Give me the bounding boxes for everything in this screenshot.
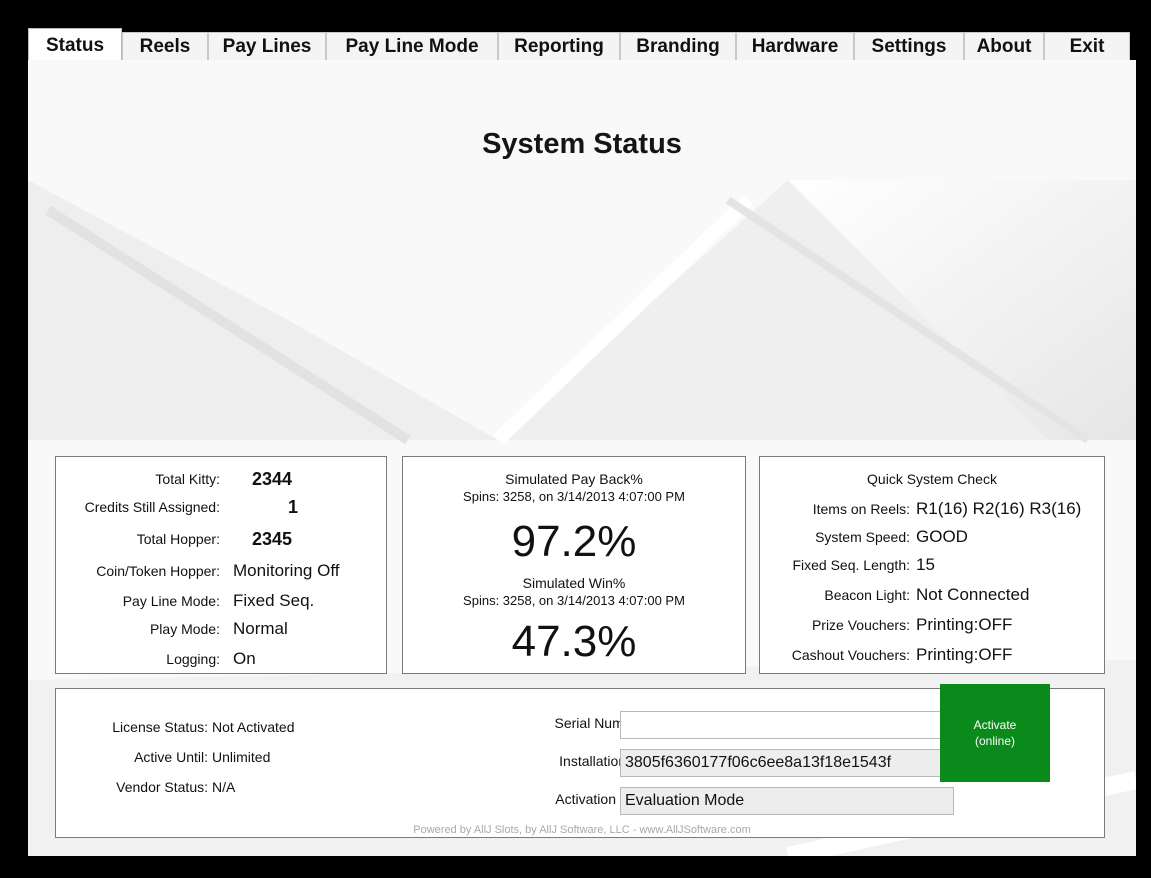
pay-line-mode-value: Fixed Seq. <box>233 591 315 610</box>
vendor-status-value: N/A <box>212 779 236 795</box>
tab-hardware[interactable]: Hardware <box>736 32 854 60</box>
win-spins: Spins: 3258, on 3/14/2013 4:07:00 PM <box>463 593 685 608</box>
license-status-value: Not Activated <box>212 719 295 735</box>
license-status-label: License Status: <box>112 719 208 735</box>
coin-hopper-label: Coin/Token Hopper: <box>96 563 220 579</box>
cashout-vouchers-label: Cashout Vouchers: <box>791 647 910 663</box>
play-mode-value: Normal <box>233 619 288 638</box>
tab-about[interactable]: About <box>964 32 1044 60</box>
installation-id-field[interactable]: 3805f6360177f06c6ee8a13f18e1543f <box>620 749 954 777</box>
activate-sublabel: (online) <box>974 734 1016 748</box>
total-kitty-value: 2344 <box>252 469 293 489</box>
total-kitty-label: Total Kitty: <box>155 471 220 487</box>
win-title: Simulated Win% <box>522 575 626 591</box>
cashout-vouchers-value: Printing:OFF <box>916 645 1013 664</box>
logging-label: Logging: <box>166 651 220 667</box>
vendor-status-label: Vendor Status: <box>116 779 208 795</box>
tab-status[interactable]: Status <box>28 28 122 60</box>
activate-label: Activate <box>973 718 1017 732</box>
system-speed-value: GOOD <box>916 527 968 546</box>
beacon-light-label: Beacon Light: <box>824 587 910 603</box>
play-mode-label: Play Mode: <box>149 621 220 637</box>
payback-spins: Spins: 3258, on 3/14/2013 4:07:00 PM <box>463 489 685 504</box>
win-value: 47.3% <box>511 617 637 666</box>
system-speed-label: System Speed: <box>815 529 910 545</box>
payback-value: 97.2% <box>511 517 637 566</box>
fixed-seq-length-value: 15 <box>916 555 935 574</box>
pay-line-mode-label: Pay Line Mode: <box>122 593 220 609</box>
credits-value: 1 <box>288 497 299 517</box>
active-until-value: Unlimited <box>212 749 271 765</box>
system-check-panel: Quick System Check Items on Reels: R1(16… <box>759 456 1105 674</box>
page-title: System Status <box>482 128 682 160</box>
app-window: Status Reels Pay Lines Pay Line Mode Rep… <box>28 28 1136 856</box>
tab-pay-line-mode[interactable]: Pay Line Mode <box>326 32 498 60</box>
prize-vouchers-value: Printing:OFF <box>916 615 1013 634</box>
simulation-panel: Simulated Pay Back% Spins: 3258, on 3/14… <box>402 456 746 674</box>
credits-label: Credits Still Assigned: <box>84 499 220 515</box>
stats-panel: Total Kitty: 2344 Credits Still Assigned… <box>55 456 387 674</box>
footer-credit: Powered by AllJ Slots, by AllJ Software,… <box>413 824 751 836</box>
tab-bar: Status Reels Pay Lines Pay Line Mode Rep… <box>28 28 1136 60</box>
beacon-light-value: Not Connected <box>916 585 1030 604</box>
tab-exit[interactable]: Exit <box>1044 32 1130 60</box>
tab-settings[interactable]: Settings <box>854 32 964 60</box>
logging-value: On <box>233 649 256 668</box>
tab-reels[interactable]: Reels <box>122 32 208 60</box>
status-page: System Status Total Kitty: 2344 Credits … <box>28 60 1136 856</box>
payback-title: Simulated Pay Back% <box>505 471 643 487</box>
total-hopper-label: Total Hopper: <box>136 531 220 547</box>
tab-pay-lines[interactable]: Pay Lines <box>208 32 326 60</box>
activation-key-field[interactable]: Evaluation Mode <box>620 787 954 815</box>
active-until-label: Active Until: <box>134 749 208 765</box>
items-on-reels-value: R1(16) R2(16) R3(16) <box>916 499 1082 518</box>
activate-online-button[interactable]: Activate (online) <box>940 684 1050 782</box>
total-hopper-value: 2345 <box>252 529 293 549</box>
tab-branding[interactable]: Branding <box>620 32 736 60</box>
items-on-reels-label: Items on Reels: <box>812 501 910 517</box>
serial-number-input[interactable] <box>620 711 954 739</box>
tab-reporting[interactable]: Reporting <box>498 32 620 60</box>
prize-vouchers-label: Prize Vouchers: <box>811 617 910 633</box>
system-check-title: Quick System Check <box>867 471 997 487</box>
fixed-seq-length-label: Fixed Seq. Length: <box>792 557 910 573</box>
coin-hopper-value: Monitoring Off <box>233 561 340 580</box>
